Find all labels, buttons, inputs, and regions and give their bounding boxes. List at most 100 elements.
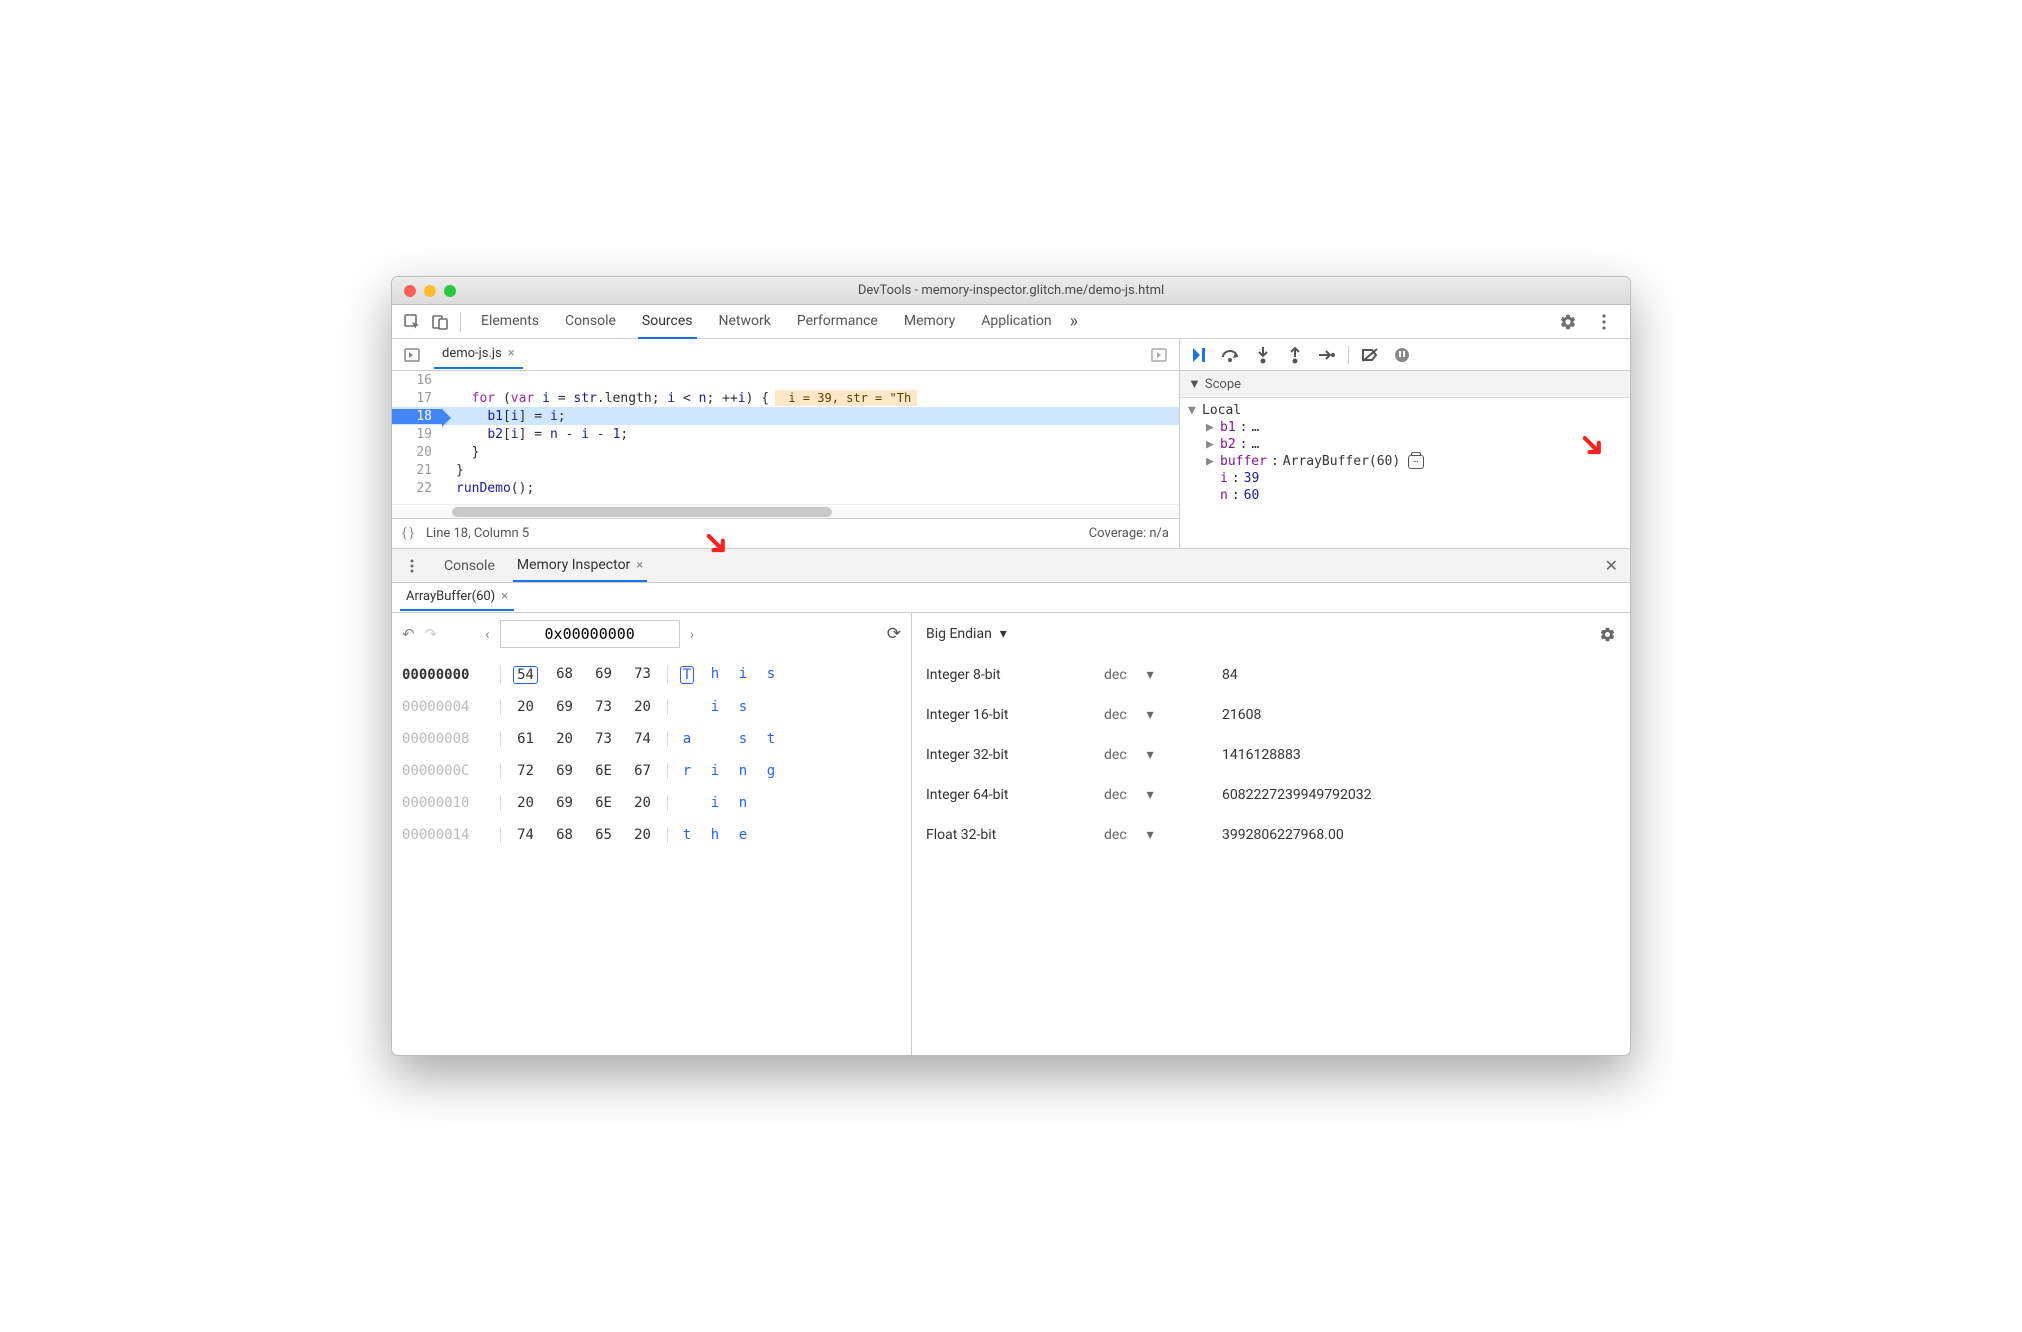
hex-byte[interactable]: 69 (591, 666, 616, 684)
drawer-tab-console[interactable]: Console (440, 551, 499, 581)
reveal-in-memory-icon[interactable]: ⋯ (1408, 455, 1424, 469)
navigator-toggle-icon[interactable] (398, 341, 426, 369)
next-page-icon[interactable]: › (690, 625, 695, 643)
code-editor[interactable]: 1617 for (var i = str.length; i < n; ++i… (392, 371, 1179, 504)
gutter-line-number[interactable]: 22 (392, 481, 442, 496)
step-over-icon[interactable] (1220, 347, 1242, 363)
code-line[interactable]: 20 } (392, 443, 1179, 461)
code-line[interactable]: 22runDemo(); (392, 479, 1179, 497)
hex-byte[interactable]: 65 (591, 827, 616, 843)
settings-icon[interactable] (1554, 308, 1582, 336)
ascii-char[interactable]: n (736, 795, 750, 811)
ascii-char[interactable]: t (764, 731, 778, 747)
hex-byte[interactable]: 74 (630, 731, 655, 747)
hex-byte[interactable]: 68 (552, 827, 577, 843)
ascii-char[interactable]: n (736, 763, 750, 779)
ascii-char[interactable]: g (764, 763, 778, 779)
ascii-char[interactable]: i (708, 763, 722, 779)
inspect-icon[interactable] (398, 308, 426, 336)
step-icon[interactable] (1316, 348, 1338, 362)
step-into-icon[interactable] (1252, 346, 1274, 364)
ascii-char[interactable]: h (708, 666, 722, 684)
gutter-line-number[interactable]: 18 (392, 409, 442, 424)
gutter-line-number[interactable]: 16 (392, 373, 442, 388)
hex-byte[interactable]: 67 (630, 763, 655, 779)
ascii-char[interactable] (680, 795, 694, 811)
close-window[interactable] (404, 285, 416, 297)
ascii-char[interactable]: i (708, 795, 722, 811)
hex-byte[interactable]: 73 (591, 699, 616, 715)
code-line[interactable]: 21} (392, 461, 1179, 479)
tab-network[interactable]: Network (715, 305, 775, 338)
hex-byte[interactable]: 6E (591, 763, 616, 779)
hex-byte[interactable]: 74 (513, 827, 538, 843)
gutter-line-number[interactable]: 19 (392, 427, 442, 442)
tab-console[interactable]: Console (561, 305, 620, 338)
hex-byte[interactable]: 20 (513, 699, 538, 715)
ascii-char[interactable] (764, 827, 778, 843)
endianness-select[interactable]: Big Endian ▾ (926, 626, 1007, 642)
ascii-char[interactable]: i (736, 666, 750, 684)
buffer-tab[interactable]: ArrayBuffer(60) × (400, 584, 514, 611)
zoom-window[interactable] (444, 285, 456, 297)
ascii-char[interactable]: a (680, 731, 694, 747)
hex-byte[interactable]: 61 (513, 731, 538, 747)
ascii-char[interactable] (680, 699, 694, 715)
ascii-char[interactable]: h (708, 827, 722, 843)
hex-byte[interactable]: 68 (552, 666, 577, 684)
pretty-print-icon[interactable]: { } (402, 526, 414, 541)
hex-byte[interactable]: 54 (513, 666, 538, 684)
hex-byte[interactable]: 6E (591, 795, 616, 811)
hex-byte[interactable]: 20 (630, 699, 655, 715)
address-input[interactable] (500, 620, 680, 648)
step-out-icon[interactable] (1284, 346, 1306, 364)
ascii-char[interactable] (708, 731, 722, 747)
hex-byte[interactable]: 20 (552, 731, 577, 747)
ascii-char[interactable]: s (736, 699, 750, 715)
resume-icon[interactable] (1188, 346, 1210, 364)
prev-page-icon[interactable]: ‹ (485, 625, 490, 643)
ascii-char[interactable] (764, 699, 778, 715)
hex-byte[interactable]: 20 (630, 827, 655, 843)
hex-byte[interactable]: 72 (513, 763, 538, 779)
redo-icon[interactable]: ↷ (425, 625, 438, 643)
hex-byte[interactable]: 73 (630, 666, 655, 684)
undo-icon[interactable]: ↶ (402, 625, 415, 643)
value-base-select[interactable]: dec▾ (1104, 707, 1204, 723)
drawer-tab-memory-inspector[interactable]: Memory Inspector × (513, 550, 647, 582)
gutter-line-number[interactable]: 21 (392, 463, 442, 478)
code-line[interactable]: 17 for (var i = str.length; i < n; ++i) … (392, 389, 1179, 407)
more-tabs-icon[interactable]: » (1070, 311, 1078, 332)
hex-byte[interactable]: 69 (552, 763, 577, 779)
code-line[interactable]: 18 b1[i] = i; (392, 407, 1179, 425)
tab-memory[interactable]: Memory (900, 305, 959, 338)
minimize-window[interactable] (424, 285, 436, 297)
device-toggle-icon[interactable] (426, 308, 454, 336)
hex-byte[interactable]: 73 (591, 731, 616, 747)
hex-byte[interactable]: 69 (552, 795, 577, 811)
drawer-menu-icon[interactable] (398, 552, 426, 580)
ascii-char[interactable]: r (680, 763, 694, 779)
ascii-char[interactable]: i (708, 699, 722, 715)
scope-variable[interactable]: n: 60 (1180, 487, 1630, 504)
gutter-line-number[interactable]: 20 (392, 445, 442, 460)
debugger-pane-toggle-icon[interactable] (1145, 341, 1173, 369)
value-base-select[interactable]: dec▾ (1104, 667, 1204, 683)
hex-byte[interactable]: 20 (513, 795, 538, 811)
refresh-icon[interactable]: ⟳ (887, 624, 901, 644)
scope-variable[interactable]: ▶b1: … (1180, 419, 1630, 436)
tab-application[interactable]: Application (977, 305, 1055, 338)
horizontal-scrollbar[interactable] (392, 504, 1179, 518)
hex-byte[interactable]: 20 (630, 795, 655, 811)
code-line[interactable]: 16 (392, 371, 1179, 389)
hex-byte[interactable]: 69 (552, 699, 577, 715)
tab-elements[interactable]: Elements (477, 305, 543, 338)
value-base-select[interactable]: dec▾ (1104, 827, 1204, 843)
ascii-char[interactable] (764, 795, 778, 811)
tab-performance[interactable]: Performance (793, 305, 882, 338)
close-tab-icon[interactable]: × (508, 346, 515, 361)
code-line[interactable]: 19 b2[i] = n - i - 1; (392, 425, 1179, 443)
ascii-char[interactable]: t (680, 827, 694, 843)
scope-variable[interactable]: ▶buffer: ArrayBuffer(60)⋯ (1180, 453, 1630, 470)
close-tab-icon[interactable]: × (501, 589, 508, 604)
